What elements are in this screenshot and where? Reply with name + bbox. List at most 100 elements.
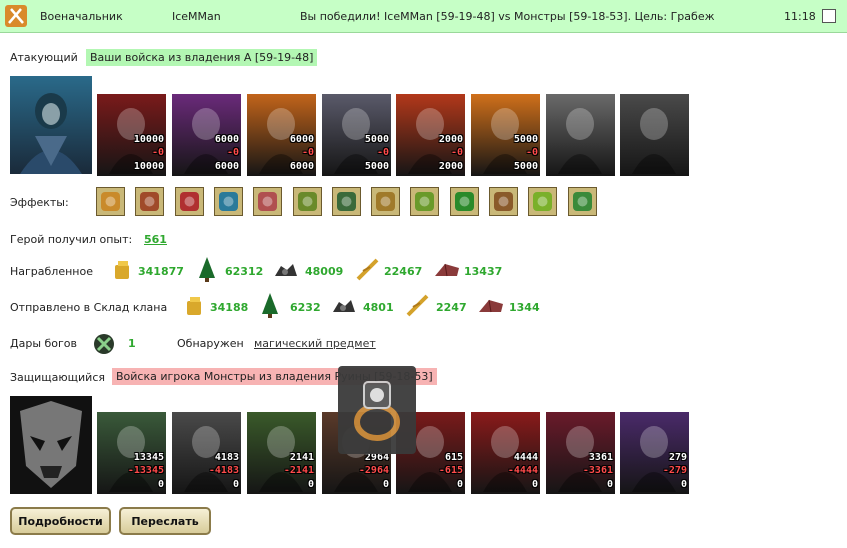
defender-unit-loss: -2141 [283, 465, 314, 476]
defender-unit-remain: 0 [307, 479, 314, 490]
details-button[interactable]: Подробности [10, 507, 111, 535]
attacker-unit-loss: -0 [376, 147, 389, 158]
loot-ore: 48009 [305, 265, 344, 278]
ring-icon [354, 381, 400, 441]
chest-effect-icon[interactable] [135, 187, 165, 216]
attacker-unit[interactable] [620, 94, 689, 176]
attacker-unit-loss: -0 [301, 147, 314, 158]
defender-unit-loss: -279 [662, 465, 687, 476]
gifts-label: Дары богов [10, 337, 78, 350]
magic-item-link[interactable]: магический предмет [254, 337, 376, 350]
defender-unit-count: 615 [444, 452, 463, 463]
defender-unit-remain: 0 [531, 479, 538, 490]
creature-icon [558, 108, 602, 174]
attacker-unit[interactable]: 6000 -0 6000 [172, 94, 241, 176]
defender-unit[interactable]: 3361 -3361 0 [546, 412, 615, 494]
attacker-unit-count: 6000 [214, 134, 239, 145]
attacker-banner: Ваши войска из владения А [59-19-48] [86, 49, 318, 66]
clan-ore: 4801 [363, 301, 394, 314]
bow-effect-icon[interactable] [489, 187, 518, 216]
clan-grain: 2247 [436, 301, 467, 314]
attacker-unit[interactable]: 5000 -0 5000 [471, 94, 540, 176]
select-checkbox[interactable] [822, 9, 836, 23]
title-bar: Военачальник IceMMan Вы победили! IceMMa… [0, 0, 847, 33]
player-name: IceMMan [172, 10, 221, 23]
xp-effect-icon[interactable] [567, 187, 597, 216]
attacker-unit-remain: 5000 [513, 161, 538, 172]
loot-wood: 62312 [225, 265, 264, 278]
attacker-unit-remain: 2000 [438, 161, 463, 172]
coins-effect-icon[interactable] [96, 187, 125, 216]
experience-value[interactable]: 561 [144, 233, 167, 246]
loot-grain: 22467 [384, 265, 423, 278]
attacker-unit[interactable] [546, 94, 615, 176]
defender-portrait[interactable] [10, 396, 92, 494]
role-title: Военачальник [40, 10, 123, 23]
effects-label: Эффекты: [10, 196, 69, 209]
defender-unit-count: 4183 [214, 452, 239, 463]
defender-unit-loss: -4183 [208, 465, 239, 476]
defender-unit-count: 13345 [133, 452, 164, 463]
ring-effect-icon[interactable] [410, 187, 440, 216]
defender-unit-count: 4444 [513, 452, 538, 463]
swords-logo-icon [5, 5, 27, 27]
attacker-unit[interactable]: 5000 -0 5000 [322, 94, 391, 176]
defender-unit-count: 3361 [588, 452, 613, 463]
battle-result: Вы победили! IceMMan [59-19-48] vs Монст… [300, 10, 715, 23]
attacker-unit-count: 6000 [289, 134, 314, 145]
attacker-unit-remain: 6000 [289, 161, 314, 172]
found-label: Обнаружен [177, 337, 244, 350]
dice-effect-icon[interactable] [174, 187, 204, 216]
attacker-unit-count: 5000 [364, 134, 389, 145]
defender-label: Защищающийся [10, 371, 105, 384]
wood-icon [199, 257, 215, 282]
attacker-label: Атакующий [10, 51, 78, 64]
defender-unit[interactable]: 13345 -13345 0 [97, 412, 166, 494]
defender-unit[interactable]: 2141 -2141 0 [247, 412, 316, 494]
defender-unit-remain: 0 [382, 479, 389, 490]
attacker-hero-portrait[interactable] [10, 76, 92, 174]
clan-stone: 1344 [509, 301, 540, 314]
skull-mask-icon [20, 401, 82, 488]
defender-unit[interactable]: 4183 -4183 0 [172, 412, 241, 494]
attacker-unit[interactable]: 6000 -0 6000 [247, 94, 316, 176]
ore-icon [333, 300, 355, 312]
attacker-unit-count: 2000 [438, 134, 463, 145]
clover-effect-icon[interactable] [449, 187, 479, 216]
battle-time: 11:18 [784, 10, 816, 23]
clover-gold-effect-icon[interactable] [528, 187, 558, 216]
attacker-unit[interactable]: 10000 -0 10000 [97, 94, 166, 176]
defender-unit-remain: 0 [232, 479, 239, 490]
defender-unit[interactable]: 279 -279 0 [620, 412, 689, 494]
defender-unit-loss: -2964 [358, 465, 389, 476]
hero-avatar-icon [20, 93, 82, 174]
bag-effect-icon[interactable] [371, 187, 401, 216]
defender-unit-count: 2141 [289, 452, 314, 463]
attacker-unit-count: 5000 [513, 134, 538, 145]
loot-stone: 13437 [464, 265, 503, 278]
defender-unit[interactable]: 4444 -4444 0 [471, 412, 540, 494]
attacker-unit-count: 10000 [133, 134, 164, 145]
attacker-unit[interactable]: 2000 -0 2000 [396, 94, 465, 176]
gift-orb-icon [94, 334, 114, 354]
attacker-unit-remain: 10000 [133, 161, 164, 172]
clan-wood: 6232 [290, 301, 321, 314]
creature-icon [632, 108, 676, 174]
grain-icon [356, 258, 379, 281]
attacker-unit-remain: 6000 [214, 161, 239, 172]
attacker-unit-remain: 5000 [364, 161, 389, 172]
forward-button[interactable]: Переслать [119, 507, 211, 535]
defender-unit-remain: 0 [606, 479, 613, 490]
defender-unit-loss: -3361 [582, 465, 613, 476]
attacker-unit-loss: -0 [226, 147, 239, 158]
defender-unit-loss: -615 [438, 465, 463, 476]
wood-icon [262, 293, 278, 318]
armor-effect-icon[interactable] [292, 187, 322, 216]
grain-icon [406, 294, 429, 317]
clan-label: Отправлено в Склад клана [10, 301, 168, 314]
defender-unit-count: 279 [668, 452, 687, 463]
attacker-unit-loss: -0 [450, 147, 463, 158]
shield-effect-icon[interactable] [213, 187, 243, 216]
hand-effect-icon[interactable] [253, 187, 283, 216]
potion-effect-icon[interactable] [331, 187, 361, 216]
